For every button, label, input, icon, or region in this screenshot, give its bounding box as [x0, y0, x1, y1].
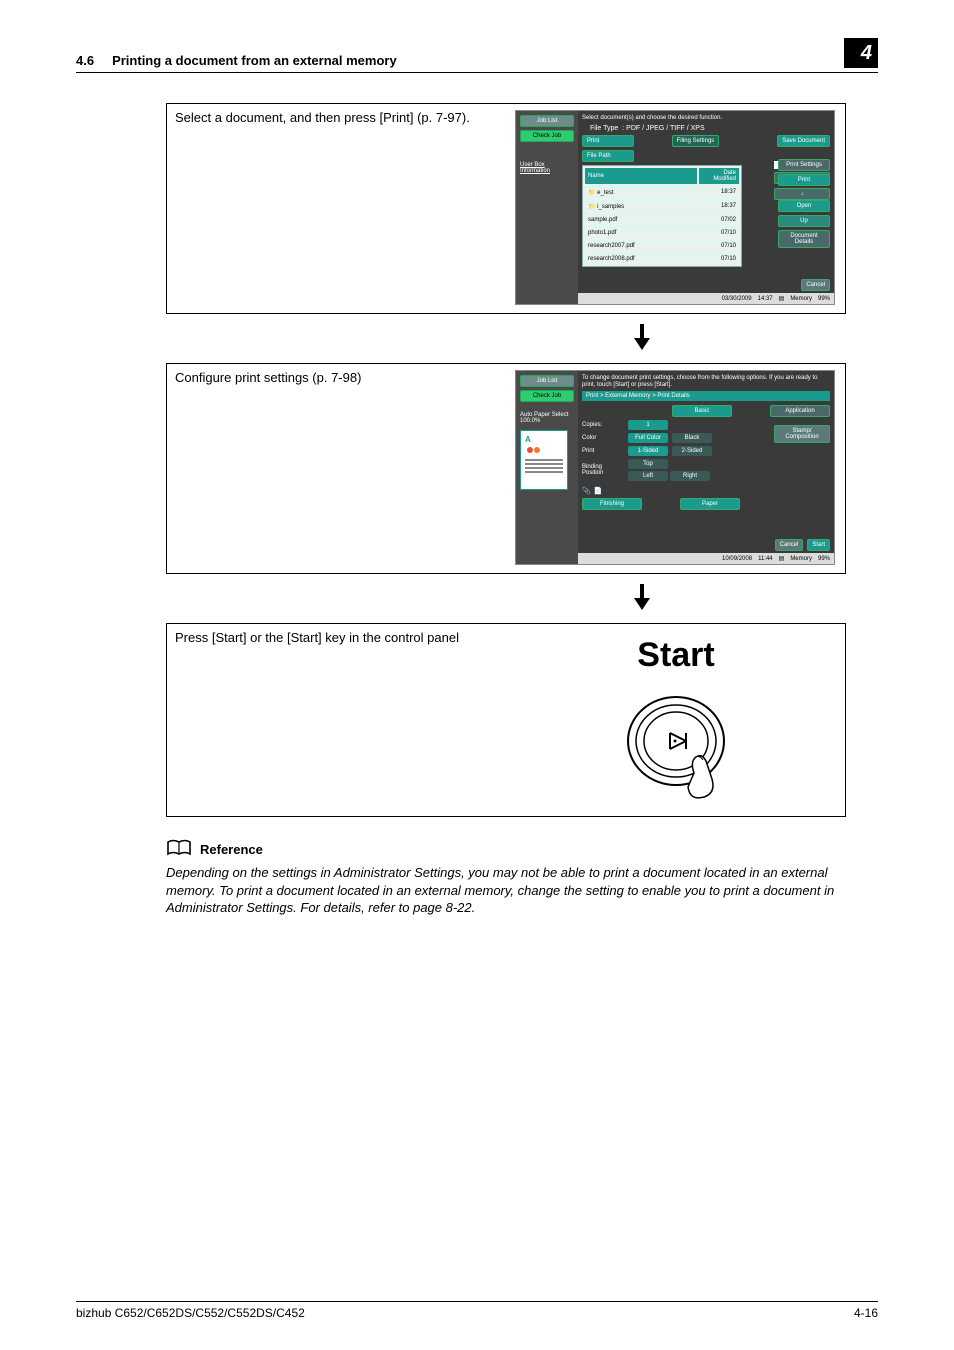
step-1-box: Select a document, and then press [Print…	[166, 103, 846, 314]
section-number: 4.6	[76, 53, 94, 68]
one-sided-button[interactable]: 1-Sided	[628, 446, 668, 456]
col-name: Name	[585, 168, 697, 184]
arrow-down-icon	[406, 584, 878, 615]
reference-heading: Reference	[200, 842, 263, 857]
table-row[interactable]: sample.pdf07/02	[585, 214, 739, 225]
up-button[interactable]: Up	[778, 215, 830, 227]
bind-top-button[interactable]: Top	[628, 459, 668, 469]
reference-block: Reference Depending on the settings in A…	[166, 839, 878, 917]
step-1-text: Select a document, and then press [Print…	[175, 110, 505, 305]
paper-icon: 📄	[594, 487, 603, 495]
screenshot-2: Job List Check Job Auto Paper Select 100…	[515, 370, 835, 565]
arrow-down-icon	[406, 324, 878, 355]
bind-left-button[interactable]: Left	[628, 471, 668, 481]
open-button[interactable]: Open	[778, 200, 830, 212]
job-list-tab[interactable]: Job List	[520, 115, 574, 127]
two-sided-button[interactable]: 2-Sided	[672, 446, 712, 456]
page-header: 4.6 Printing a document from an external…	[76, 38, 878, 73]
step-3-box: Press [Start] or the [Start] key in the …	[166, 623, 846, 817]
table-row[interactable]: research2007.pdf07/10	[585, 240, 739, 251]
binding-label: Binding Position	[582, 464, 624, 476]
table-row[interactable]: 📁 e_test18:37	[585, 186, 739, 198]
tab-application[interactable]: Application	[770, 405, 830, 417]
file-type-value: : PDF / JPEG / TIFF / XPS	[622, 125, 704, 132]
step-2-text: Configure print settings (p. 7-98)	[175, 370, 505, 565]
start-key-icon	[616, 683, 736, 808]
tab-basic[interactable]: Basic	[672, 405, 732, 417]
footer-model: bizhub C652/C652DS/C552/C552DS/C452	[76, 1306, 305, 1320]
step-2-box: Configure print settings (p. 7-98) Job L…	[166, 363, 846, 574]
hint-text: To change document print settings, choos…	[582, 375, 830, 388]
print-settings-button[interactable]: Print Settings	[778, 159, 830, 171]
start-button[interactable]: Start	[807, 539, 830, 551]
stamp-composition-button[interactable]: Stamp/ Composition	[774, 425, 830, 443]
user-box-info-link[interactable]: User Box Information	[520, 162, 574, 174]
file-path-button[interactable]: File Path	[582, 150, 634, 162]
cancel-button[interactable]: Cancel	[775, 539, 804, 551]
page-footer: bizhub C652/C652DS/C552/C552DS/C452 4-16	[76, 1301, 878, 1320]
step-3-text: Press [Start] or the [Start] key in the …	[175, 630, 505, 808]
hint-text: Select document(s) and choose the desire…	[582, 115, 830, 122]
document-preview: A	[520, 430, 568, 490]
print-tab[interactable]: Print	[582, 135, 634, 147]
save-document-button[interactable]: Save Document	[777, 135, 830, 147]
start-label: Start	[637, 636, 714, 675]
bind-right-button[interactable]: Right	[670, 471, 710, 481]
paper-button[interactable]: Paper	[680, 498, 740, 510]
copies-value[interactable]: 1	[628, 420, 668, 430]
section-title: Printing a document from an external mem…	[112, 53, 397, 68]
full-color-button[interactable]: Full Color	[628, 433, 668, 443]
finishing-icon: 📎	[582, 487, 591, 495]
print-button[interactable]: Print	[778, 174, 830, 186]
footer-page: 4-16	[854, 1306, 878, 1320]
copies-label: Copies:	[582, 422, 624, 428]
print-sides-label: Print	[582, 448, 624, 454]
check-job-tab[interactable]: Check Job	[520, 390, 574, 402]
breadcrumb: Print > External Memory > Print Details	[582, 391, 830, 401]
color-label: Color	[582, 435, 624, 441]
finishing-button[interactable]: Finishing	[582, 498, 642, 510]
black-button[interactable]: Black	[672, 433, 712, 443]
file-list: NameDate Modified 📁 e_test18:37 📁 i_samp…	[582, 165, 742, 267]
document-details-button[interactable]: Document Details	[778, 230, 830, 248]
chapter-badge: 4	[844, 38, 878, 68]
reference-body: Depending on the settings in Administrat…	[166, 864, 878, 917]
table-row[interactable]: 📁 i_samples18:37	[585, 200, 739, 212]
file-type-label: File Type	[590, 125, 618, 132]
filing-settings-button[interactable]: Filing Settings	[672, 135, 720, 147]
check-job-tab[interactable]: Check Job	[520, 130, 574, 142]
col-date: Date Modified	[699, 168, 739, 184]
table-row[interactable]: photo1.pdf07/10	[585, 227, 739, 238]
table-row[interactable]: research2008.pdf07/10	[585, 253, 739, 264]
cancel-button[interactable]: Cancel	[801, 279, 830, 291]
job-list-tab[interactable]: Job List	[520, 375, 574, 387]
screenshot-1: Job List Check Job User Box Information …	[515, 110, 835, 305]
book-icon	[166, 839, 192, 860]
auto-paper-label: Auto Paper Select 100.0%	[520, 412, 574, 424]
